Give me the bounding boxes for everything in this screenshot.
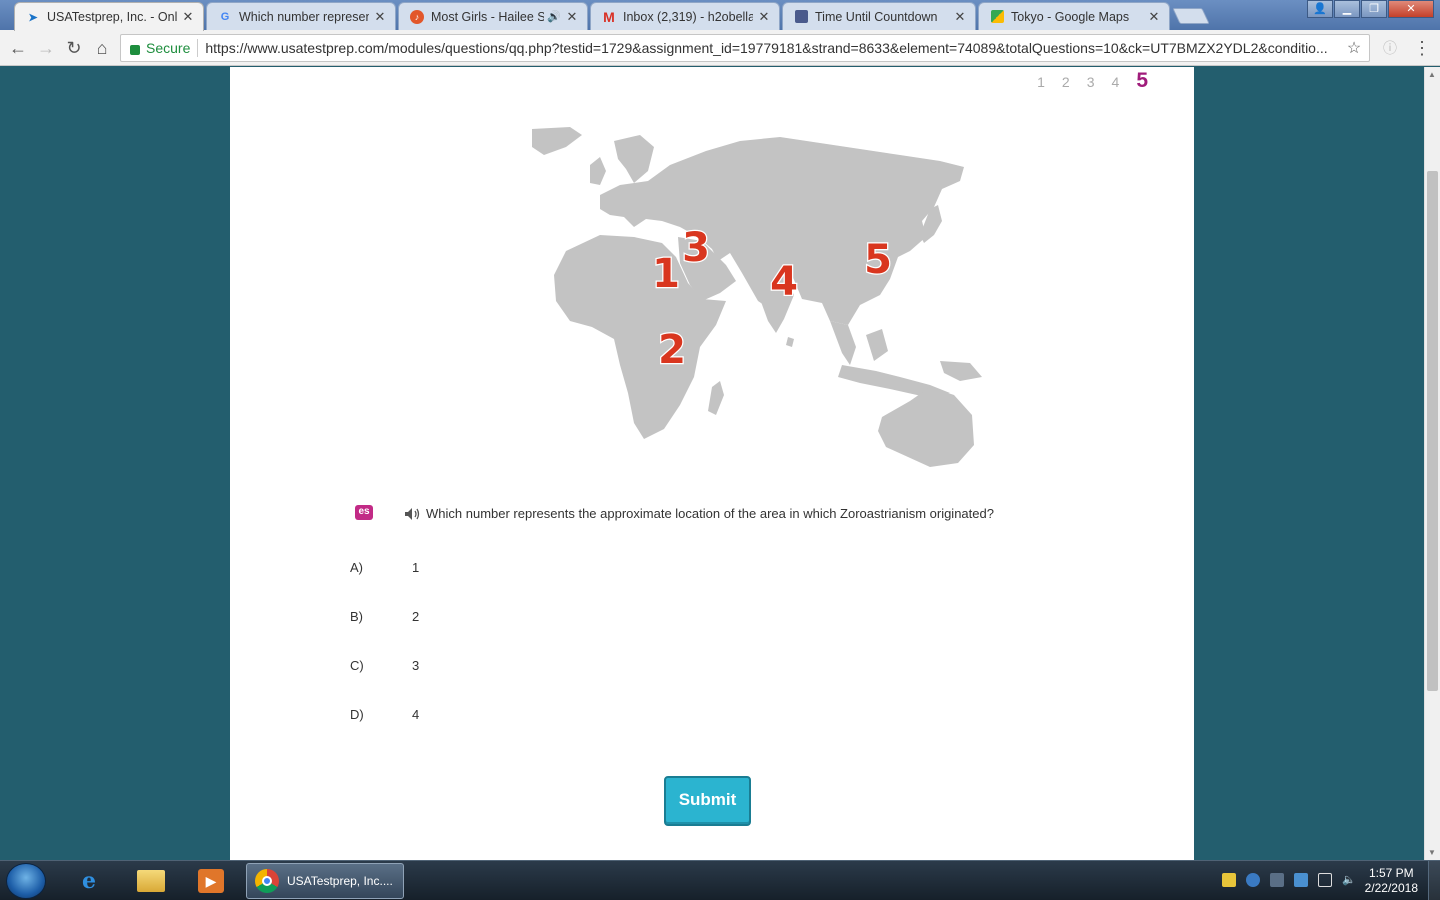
show-desktop-button[interactable] (1428, 861, 1440, 900)
chrome-icon (255, 869, 279, 893)
user-profile-icon[interactable]: 👤 (1307, 0, 1333, 18)
tab-usatestprep[interactable]: ➤ USATestprep, Inc. - Onlin ✕ (14, 2, 204, 31)
tab-gmail[interactable]: M Inbox (2,319) - h2obella6 ✕ (590, 2, 780, 30)
tab-countdown[interactable]: Time Until Countdown ✕ (782, 2, 976, 30)
window-controls: 👤 ▁ ❐ ✕ (1306, 0, 1434, 18)
system-tray: 🔈 (1212, 873, 1356, 887)
answer-letter: C) (350, 658, 364, 673)
tab-label: USATestprep, Inc. - Onlin (47, 10, 177, 24)
world-map-image: 1 2 3 4 5 (532, 127, 982, 467)
close-tab-icon[interactable]: ✕ (757, 9, 771, 25)
answer-letter: A) (350, 560, 363, 575)
volume-icon[interactable]: 🔈 (1342, 873, 1356, 887)
bookmark-star-icon[interactable]: ☆ (1345, 38, 1363, 58)
back-icon[interactable]: ← (8, 38, 28, 58)
map-marker-4: 4 (770, 259, 798, 305)
answer-value: 4 (412, 707, 420, 722)
tab-label: Inbox (2,319) - h2obella6 (623, 9, 753, 24)
close-tab-icon[interactable]: ✕ (565, 9, 579, 25)
start-button[interactable] (6, 863, 46, 899)
lock-icon (130, 45, 140, 55)
windows-taskbar: e ▶ USATestprep, Inc.... 🔈 1:57 PM 2/22/… (0, 860, 1440, 900)
taskbar-chrome-task[interactable]: USATestprep, Inc.... (246, 863, 404, 899)
forward-icon[interactable]: → (36, 38, 56, 58)
browser-titlebar: ➤ USATestprep, Inc. - Onlin ✕ G Which nu… (0, 0, 1440, 31)
home-icon[interactable]: ⌂ (92, 38, 112, 58)
submit-button[interactable]: Submit (664, 776, 751, 826)
internet-explorer-icon[interactable]: e (72, 865, 106, 897)
answer-letter: D) (350, 707, 364, 722)
question-text: Which number represents the approximate … (426, 506, 994, 521)
audio-playing-icon[interactable]: 🔊 (547, 10, 561, 23)
map-marker-2: 2 (658, 327, 686, 373)
tab-label: Most Girls - Hailee St (431, 9, 545, 24)
tab-label: Tokyo - Google Maps (1011, 9, 1130, 24)
close-tab-icon[interactable]: ✕ (181, 9, 195, 25)
divider (197, 39, 199, 57)
answer-option-a[interactable]: A) 1 (350, 560, 419, 575)
scroll-down-icon[interactable]: ▼ (1428, 848, 1436, 857)
answer-value: 3 (412, 658, 420, 673)
google-icon: G (220, 10, 230, 23)
answer-letter: B) (350, 609, 363, 624)
map-marker-1: 1 (652, 251, 680, 297)
cursor-icon: ➤ (28, 11, 38, 24)
url-text[interactable]: https://www.usatestprep.com/modules/ques… (205, 40, 1345, 56)
close-tab-icon[interactable]: ✕ (953, 9, 967, 25)
question-pagination: 1 2 3 4 5 (1020, 69, 1148, 93)
secure-label: Secure (146, 40, 191, 56)
tab-google-maps[interactable]: Tokyo - Google Maps ✕ (978, 2, 1170, 30)
close-tab-icon[interactable]: ✕ (1147, 9, 1161, 25)
scroll-up-icon[interactable]: ▲ (1428, 70, 1436, 79)
security-shield-icon[interactable] (1222, 873, 1236, 887)
answer-option-c[interactable]: C) 3 (350, 658, 419, 673)
speaker-icon[interactable] (404, 507, 422, 521)
current-question-number[interactable]: 5 (1136, 69, 1148, 93)
question-number-link[interactable]: 2 (1062, 74, 1070, 90)
minimize-icon[interactable]: ▁ (1334, 0, 1360, 18)
tab-label: Which number represent (239, 9, 369, 24)
network-icon[interactable] (1318, 873, 1332, 887)
extension-icon[interactable]: ⓘ (1380, 38, 1400, 58)
question-number-link[interactable]: 3 (1087, 74, 1095, 90)
close-tab-icon[interactable]: ✕ (373, 9, 387, 25)
reload-icon[interactable]: ↻ (64, 38, 84, 58)
tab-music[interactable]: ♪ Most Girls - Hailee St 🔊 ✕ (398, 2, 588, 30)
menu-icon[interactable]: ⋮ (1412, 38, 1432, 58)
map-marker-5: 5 (864, 237, 892, 283)
map-landmass (532, 127, 982, 467)
clock-time: 1:57 PM (1368, 866, 1414, 880)
device-icon[interactable] (1270, 873, 1284, 887)
gmail-icon: M (603, 8, 615, 25)
sync-icon[interactable] (1246, 873, 1260, 887)
answer-option-b[interactable]: B) 2 (350, 609, 419, 624)
page-scrollbar[interactable]: ▲ ▼ (1424, 67, 1440, 860)
question-card: 1 2 3 4 5 1 2 3 4 5 es Which number repr… (230, 67, 1194, 860)
new-tab-button[interactable] (1172, 8, 1210, 24)
answer-option-d[interactable]: D) 4 (350, 707, 419, 722)
restore-icon[interactable]: ❐ (1361, 0, 1387, 18)
window-close-icon[interactable]: ✕ (1388, 0, 1434, 18)
tab-label: Time Until Countdown (815, 9, 938, 24)
clock-date: 2/22/2018 (1364, 881, 1418, 895)
music-icon: ♪ (409, 9, 425, 25)
spanish-translation-icon[interactable]: es (355, 505, 373, 520)
countdown-icon (793, 9, 809, 25)
address-bar[interactable]: Secure https://www.usatestprep.com/modul… (120, 34, 1370, 62)
scrollbar-thumb[interactable] (1427, 171, 1438, 691)
question-number-link[interactable]: 1 (1037, 74, 1045, 90)
system-clock[interactable]: 1:57 PM 2/22/2018 (1365, 866, 1418, 896)
answer-value: 1 (412, 560, 420, 575)
browser-toolbar: ← → ↻ ⌂ Secure https://www.usatestprep.c… (0, 30, 1440, 66)
map-marker-3: 3 (682, 225, 710, 271)
file-explorer-icon[interactable] (134, 865, 168, 897)
maps-icon (989, 9, 1005, 25)
page-viewport: 1 2 3 4 5 1 2 3 4 5 es Which number repr… (0, 67, 1424, 860)
taskbar-task-label: USATestprep, Inc.... (287, 874, 393, 888)
question-number-link[interactable]: 4 (1112, 74, 1120, 90)
network-drive-icon[interactable] (1294, 873, 1308, 887)
media-player-icon[interactable]: ▶ (194, 865, 228, 897)
answer-value: 2 (412, 609, 420, 624)
tab-google-search[interactable]: G Which number represent ✕ (206, 2, 396, 30)
